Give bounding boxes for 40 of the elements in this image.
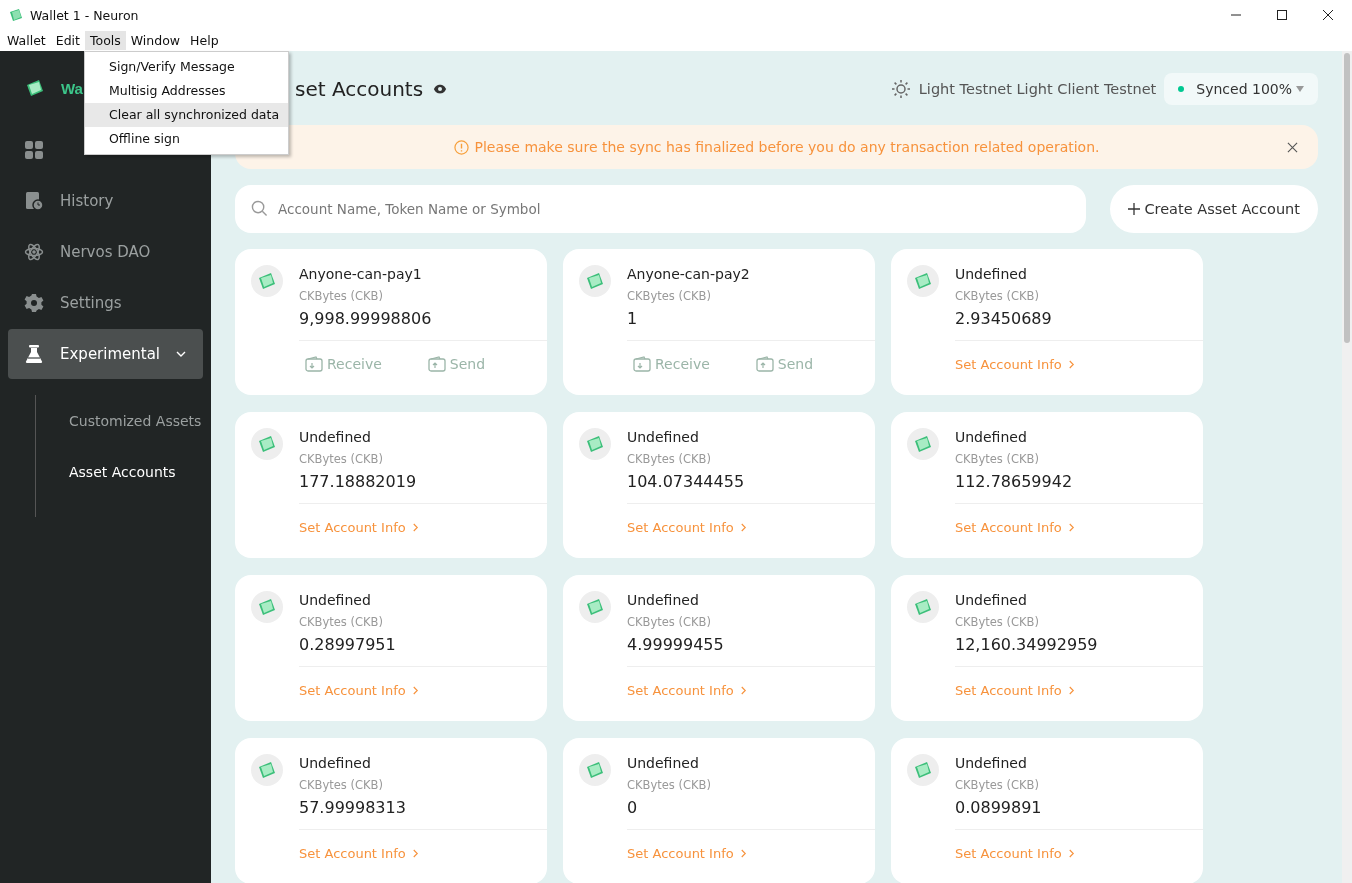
- account-balance: 0: [627, 798, 639, 817]
- account-balance: 12,160.34992959: [955, 635, 1098, 654]
- window-title: Wallet 1 - Neuron: [30, 7, 139, 23]
- account-name: Undefined: [955, 428, 1028, 446]
- account-balance: 104.07344455: [627, 472, 745, 491]
- page-title: set Accounts: [295, 77, 424, 101]
- token-name: CKBytes (CKB): [627, 615, 712, 629]
- token-name: CKBytes (CKB): [627, 778, 711, 792]
- token-name: CKBytes (CKB): [955, 289, 1040, 303]
- account-name: Undefined: [627, 754, 700, 772]
- account-name: Undefined: [955, 591, 1028, 609]
- network-label: Light Testnet Light Client Testnet: [918, 81, 1157, 97]
- account-name: Undefined: [299, 591, 372, 609]
- account-name: Undefined: [627, 591, 700, 609]
- account-name: Undefined: [955, 754, 1028, 772]
- token-name: CKBytes (CKB): [955, 778, 1040, 792]
- account-balance: 57.99998313: [299, 798, 406, 817]
- account-name: Undefined: [955, 265, 1028, 283]
- account-name: Anyone-can-pay2: [627, 265, 750, 283]
- token-name: CKBytes (CKB): [299, 615, 384, 629]
- token-name: CKBytes (CKB): [299, 778, 384, 792]
- token-name: CKBytes (CKB): [955, 615, 1040, 629]
- token-name: CKBytes (CKB): [955, 452, 1040, 466]
- account-name: Anyone-can-pay1: [299, 265, 423, 283]
- account-balance: 1: [627, 309, 639, 328]
- account-balance: 0.28997951: [299, 635, 396, 654]
- token-name: CKBytes (CKB): [627, 452, 712, 466]
- account-name: Undefined: [299, 428, 372, 446]
- token-name: CKBytes (CKB): [299, 452, 384, 466]
- account-balance: 2.93450689: [955, 309, 1052, 328]
- account-balance: 112.78659942: [955, 472, 1073, 491]
- account-balance: 4.99999455: [627, 635, 724, 654]
- account-name: Undefined: [299, 754, 372, 772]
- account-balance: 177.18882019: [299, 472, 417, 491]
- account-name: Undefined: [627, 428, 700, 446]
- token-name: CKBytes (CKB): [627, 289, 712, 303]
- account-balance: 0.0899891: [955, 798, 1042, 817]
- account-balance: 9,998.99998806: [299, 309, 432, 328]
- token-name: CKBytes (CKB): [299, 289, 384, 303]
- warning-message: Please make sure the sync has finalized before you do any transaction related operation.: [474, 139, 1100, 155]
